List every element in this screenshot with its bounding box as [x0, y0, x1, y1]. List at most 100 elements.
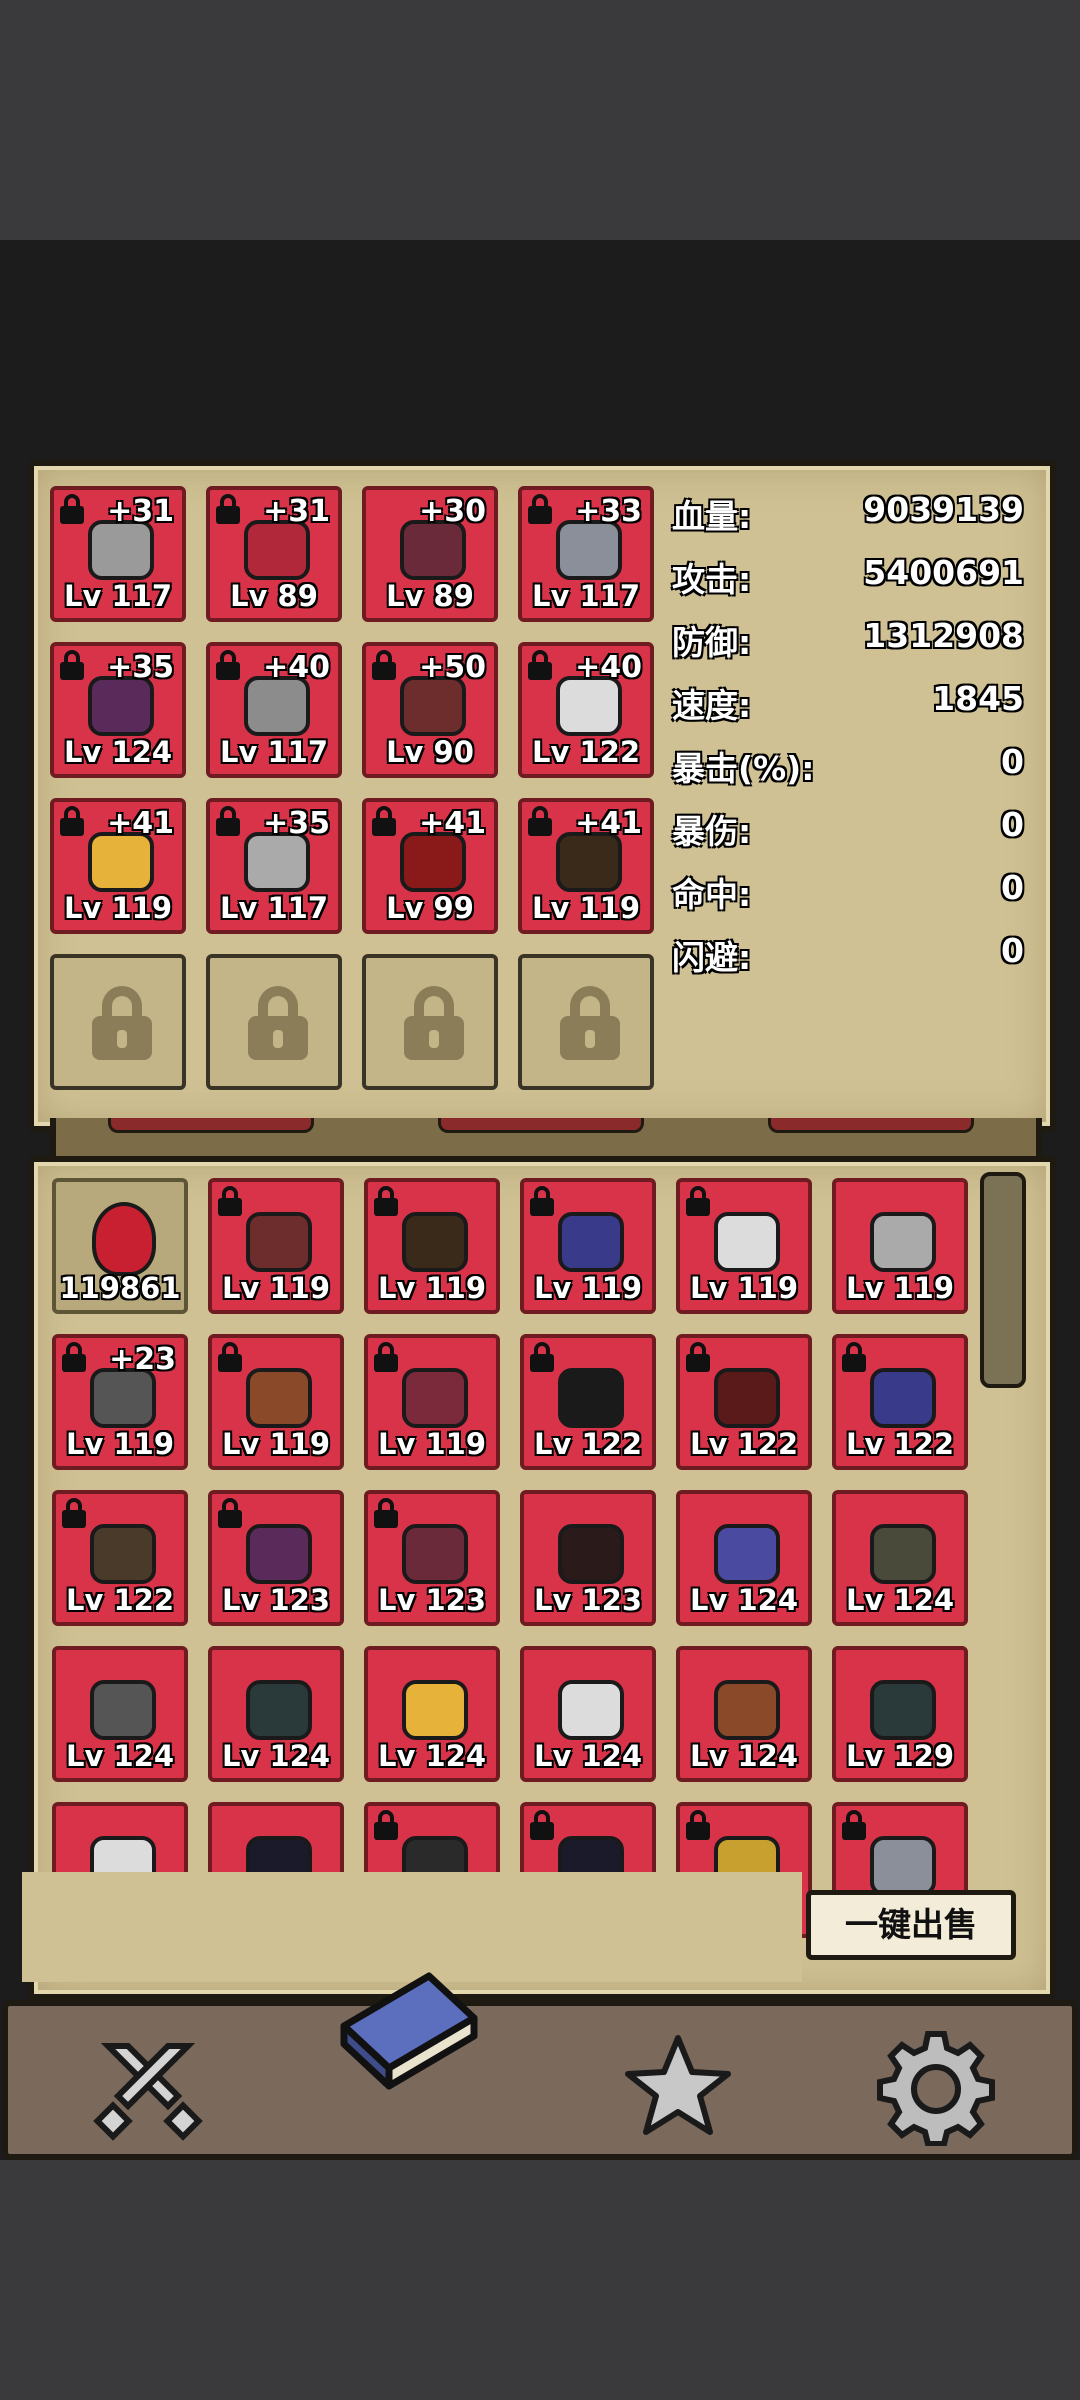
enhance-level: +40 — [575, 650, 642, 685]
equip-slot[interactable]: +35 Lv 117 — [206, 798, 342, 934]
enhance-level: +31 — [263, 494, 330, 529]
item-icon — [558, 1212, 624, 1272]
item-level: Lv 119 — [63, 891, 172, 925]
enhance-level: +40 — [263, 650, 330, 685]
inventory-slot[interactable]: Lv 124 — [208, 1646, 344, 1782]
potion-slot[interactable]: 119861 — [52, 1178, 188, 1314]
equip-slot[interactable]: +41 Lv 119 — [50, 798, 186, 934]
inventory-slot[interactable]: Lv 122 — [676, 1334, 812, 1470]
equip-slot[interactable]: +41 Lv 99 — [362, 798, 498, 934]
lock-icon — [372, 650, 396, 682]
equip-slot[interactable]: +50 Lv 90 — [362, 642, 498, 778]
settings-gear-icon[interactable] — [876, 2026, 996, 2147]
inventory-slot[interactable]: Lv 119 — [676, 1178, 812, 1314]
item-icon — [870, 1836, 936, 1896]
item-icon — [88, 832, 154, 892]
item-icon — [402, 1368, 468, 1428]
inventory-slot[interactable]: Lv 119 — [208, 1178, 344, 1314]
stat-row: 攻击: 5400691 — [672, 553, 1024, 603]
equip-slot[interactable]: +31 Lv 89 — [206, 486, 342, 622]
item-icon — [246, 1680, 312, 1740]
item-level: Lv 117 — [219, 891, 328, 925]
lock-icon — [528, 494, 552, 526]
item-icon — [246, 1524, 312, 1584]
stat-label: 血量: — [672, 497, 752, 536]
backpack-book-icon[interactable] — [334, 1956, 484, 2106]
inventory-slot[interactable]: Lv 119 — [208, 1334, 344, 1470]
stat-label: 暴伤: — [672, 812, 752, 851]
lock-icon — [60, 650, 84, 682]
enhance-level: +33 — [575, 494, 642, 529]
lock-icon — [528, 806, 552, 838]
item-level: Lv 123 — [221, 1583, 330, 1617]
inventory-slot[interactable]: +23 Lv 119 — [52, 1334, 188, 1470]
inventory-slot[interactable]: Lv 122 — [832, 1334, 968, 1470]
stat-label: 防御: — [672, 623, 752, 662]
locked-equip-slot[interactable] — [518, 954, 654, 1090]
inventory-slot[interactable]: Lv 119 — [364, 1334, 500, 1470]
lock-icon — [842, 1342, 866, 1374]
stat-value: 0 — [1001, 805, 1024, 844]
item-level: Lv 117 — [219, 735, 328, 769]
item-level: Lv 123 — [377, 1583, 486, 1617]
lock-icon — [374, 1810, 398, 1842]
inventory-slot[interactable]: Lv 124 — [676, 1490, 812, 1626]
item-icon — [870, 1680, 936, 1740]
inventory-slot[interactable]: Lv 124 — [676, 1646, 812, 1782]
item-icon — [88, 520, 154, 580]
inventory-slot[interactable]: Lv 122 — [520, 1334, 656, 1470]
inventory-slot[interactable]: Lv 124 — [52, 1646, 188, 1782]
lock-icon — [218, 1342, 242, 1374]
inventory-slot[interactable]: Lv 124 — [364, 1646, 500, 1782]
item-icon — [402, 1212, 468, 1272]
sell-all-button[interactable]: 一键出售 — [806, 1890, 1016, 1960]
item-level: Lv 119 — [65, 1427, 174, 1461]
locked-equip-slot[interactable] — [362, 954, 498, 1090]
item-icon — [90, 1368, 156, 1428]
inventory-slot[interactable]: Lv 123 — [364, 1490, 500, 1626]
star-icon[interactable] — [618, 2026, 738, 2146]
inventory-slot[interactable]: Lv 123 — [520, 1490, 656, 1626]
system-bottom-area — [0, 2160, 1080, 2400]
inventory-slot[interactable]: Lv 129 — [832, 1646, 968, 1782]
item-icon — [92, 1202, 156, 1276]
item-icon — [714, 1368, 780, 1428]
inventory-slot[interactable]: Lv 119 — [832, 1178, 968, 1314]
item-level: Lv 119 — [221, 1427, 330, 1461]
item-icon — [556, 676, 622, 736]
inventory-scrollbar[interactable] — [980, 1172, 1026, 1388]
stat-row: 血量: 9039139 — [672, 490, 1024, 540]
locked-equip-slot[interactable] — [206, 954, 342, 1090]
stat-value: 1845 — [932, 679, 1024, 718]
lock-icon — [686, 1810, 710, 1842]
stat-label: 命中: — [672, 875, 752, 914]
inventory-slot[interactable]: Lv 122 — [52, 1490, 188, 1626]
equip-slot[interactable]: +40 Lv 117 — [206, 642, 342, 778]
enhance-level: +31 — [107, 494, 174, 529]
equip-slot[interactable]: +35 Lv 124 — [50, 642, 186, 778]
inventory-slot[interactable]: Lv 123 — [208, 1490, 344, 1626]
stat-label: 攻击: — [672, 560, 752, 599]
enhance-level: +23 — [109, 1342, 176, 1377]
equip-slot[interactable]: +30 Lv 89 — [362, 486, 498, 622]
locked-equip-slot[interactable] — [50, 954, 186, 1090]
equip-slot[interactable]: +41 Lv 119 — [518, 798, 654, 934]
item-level: Lv 124 — [689, 1739, 798, 1773]
item-level: Lv 124 — [377, 1739, 486, 1773]
equip-slot[interactable]: +33 Lv 117 — [518, 486, 654, 622]
stat-value: 0 — [1001, 868, 1024, 907]
equip-slot[interactable]: +31 Lv 117 — [50, 486, 186, 622]
inventory-slot[interactable]: Lv 124 — [832, 1490, 968, 1626]
inventory-slot[interactable]: Lv 119 — [364, 1178, 500, 1314]
enhance-level: +30 — [419, 494, 486, 529]
battle-icon[interactable] — [88, 2026, 208, 2146]
item-level: Lv 122 — [845, 1427, 954, 1461]
inventory-slot[interactable]: Lv 119 — [520, 1178, 656, 1314]
lock-icon — [374, 1498, 398, 1530]
item-icon — [402, 1524, 468, 1584]
lock-icon — [374, 1342, 398, 1374]
equip-slot[interactable]: +40 Lv 122 — [518, 642, 654, 778]
inventory-slot[interactable]: Lv 124 — [520, 1646, 656, 1782]
item-level: Lv 122 — [533, 1427, 642, 1461]
stat-row: 命中: 0 — [672, 868, 1024, 918]
